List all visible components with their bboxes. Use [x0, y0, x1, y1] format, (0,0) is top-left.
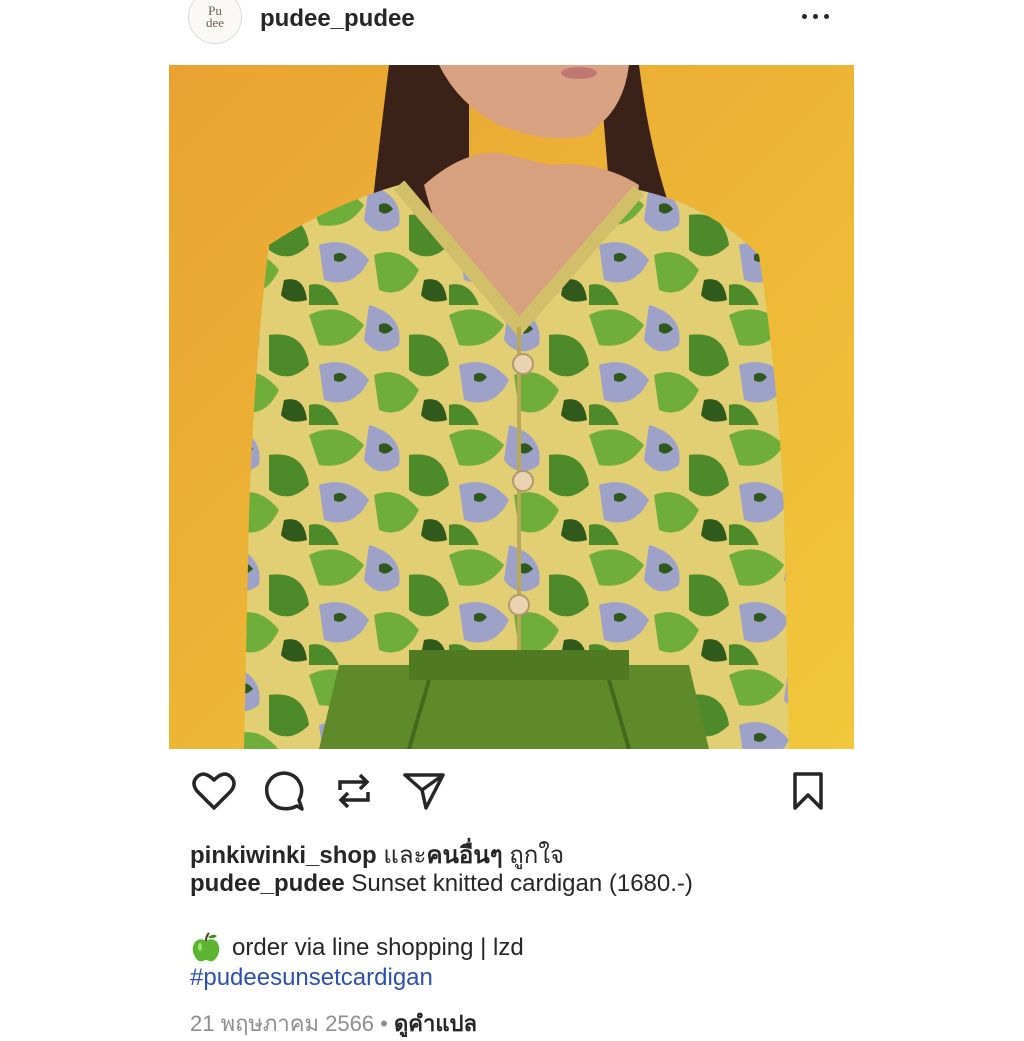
likes-summary: pinkiwinki_shop และคนอื่นๆ ถูกใจ [190, 835, 564, 874]
likes-connector: และ [376, 842, 427, 869]
bookmark-icon [793, 772, 823, 810]
post-actions [0, 765, 1024, 821]
caption: pudee_pudee Sunset knitted cardigan (168… [190, 870, 693, 898]
post-header: Pu dee pudee_pudee [0, 0, 1024, 64]
more-options-button[interactable] [800, 8, 832, 28]
first-liker-link[interactable]: pinkiwinki_shop [190, 842, 377, 869]
post-image[interactable] [169, 65, 854, 749]
caption-text: Sunset knitted cardigan (1680.-) [344, 870, 693, 897]
post-author-username[interactable]: pudee_pudee [260, 5, 415, 33]
comment-icon [264, 771, 304, 811]
order-line: order via line shopping | lzd [190, 932, 524, 964]
share-button[interactable] [400, 765, 448, 817]
caption-author-link[interactable]: pudee_pudee [190, 870, 345, 897]
more-horizontal-icon [802, 14, 807, 19]
save-button[interactable] [784, 765, 832, 817]
comment-button[interactable] [260, 765, 308, 817]
hashtag-link[interactable]: #pudeesunsetcardigan [190, 964, 433, 992]
green-apple-icon [192, 932, 220, 962]
others-link[interactable]: คนอื่นๆ [426, 842, 502, 869]
avatar-text-2: dee [205, 15, 225, 30]
like-button[interactable] [190, 765, 238, 817]
heart-icon [192, 772, 236, 810]
avatar[interactable]: Pu dee [188, 0, 242, 44]
repost-icon [338, 773, 370, 809]
repost-button[interactable] [330, 765, 378, 817]
send-icon [403, 773, 445, 810]
likes-suffix: ถูกใจ [502, 842, 565, 869]
order-text: order via line shopping | lzd [232, 934, 524, 961]
